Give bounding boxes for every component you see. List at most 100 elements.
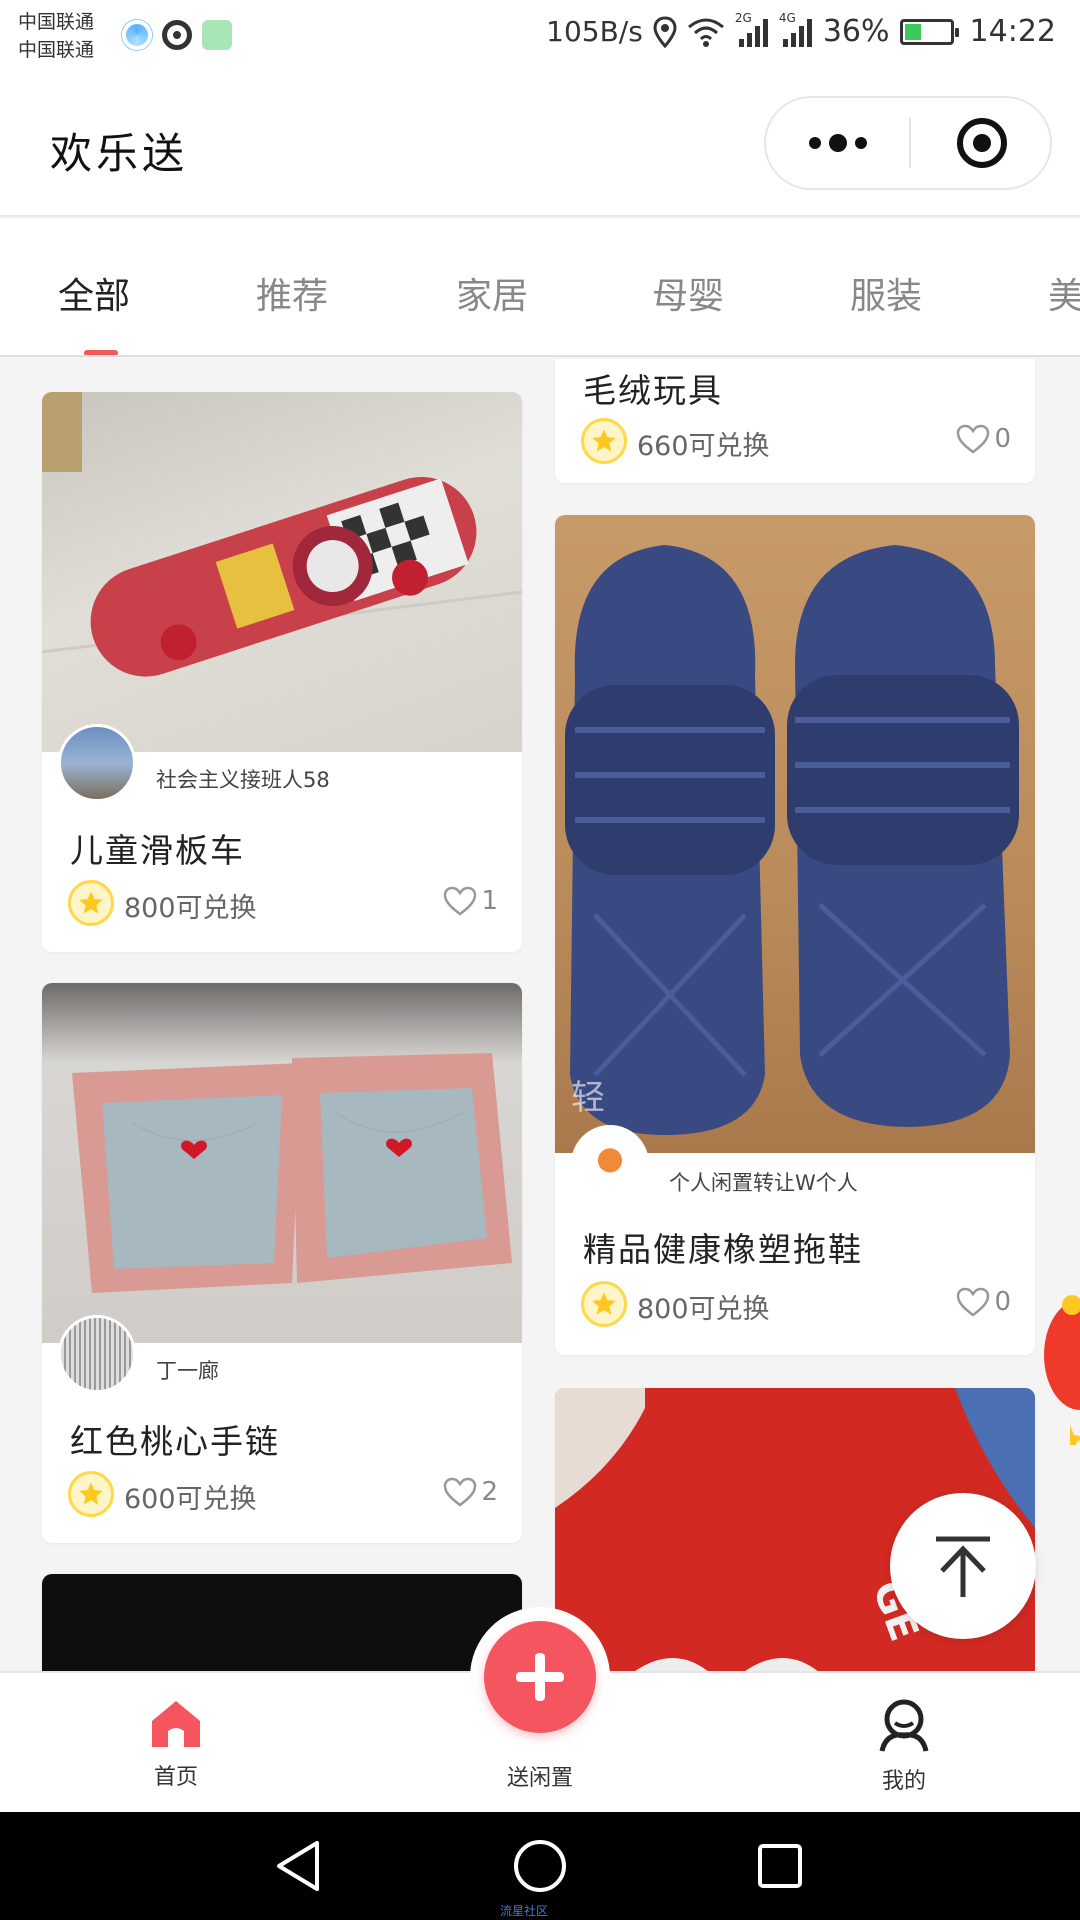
status-bar: 中国联通 中国联通 105B/s 2G 4G 36% 14:22 [0, 0, 1080, 72]
username: 社会主义接班人58 [156, 768, 330, 792]
price-label: 600可兑换 [124, 1484, 257, 1515]
tab-indicator [84, 350, 118, 355]
avatar[interactable] [58, 1315, 136, 1393]
product-image[interactable] [42, 1574, 522, 1671]
price-label: 800可兑换 [124, 893, 257, 924]
skateboard-image [42, 392, 522, 677]
product-feed: 社会主义接班人58 儿童滑板车 800可兑换 1 丁一廊 红色桃心手链 600可… [0, 359, 1080, 1671]
signal-4g-icon: 4G [779, 11, 813, 47]
tab-home[interactable]: 家居 [456, 267, 528, 319]
home-circle-icon[interactable] [508, 1834, 572, 1898]
tab-baby[interactable]: 母婴 [652, 267, 724, 319]
like-button[interactable]: 0 [956, 424, 1011, 454]
heart-icon [957, 424, 990, 454]
nav-post-label: 送闲置 [506, 1766, 573, 1791]
more-dots-icon[interactable] [766, 98, 910, 188]
product-image[interactable] [42, 392, 522, 752]
username: 个人闲置转让W个人 [669, 1171, 858, 1195]
tab-all[interactable]: 全部 [58, 267, 130, 319]
floating-red-pack-icon[interactable] [1040, 1285, 1080, 1453]
home-icon [152, 1701, 200, 1747]
nav-mine[interactable]: 我的 [824, 1697, 984, 1795]
plus-icon [516, 1653, 564, 1701]
net-speed: 105B/s [546, 15, 643, 48]
nav-mine-label: 我的 [881, 1769, 926, 1794]
product-title: 精品健康橡塑拖鞋 [583, 1230, 863, 1269]
price-label: 660可兑换 [637, 431, 770, 462]
slippers-image [565, 545, 1019, 1135]
post-button-wrap [470, 1607, 610, 1747]
star-icon [581, 1281, 627, 1327]
signal-4g-label: 4G [778, 10, 796, 25]
notify-app-2-icon [162, 20, 192, 50]
product-card[interactable] [42, 1574, 522, 1671]
tab-beauty[interactable]: 美 [1048, 267, 1080, 319]
product-card[interactable]: 社会主义接班人58 儿童滑板车 800可兑换 1 [42, 392, 522, 952]
image-watermark: 轻 [571, 1078, 605, 1118]
star-icon [68, 880, 114, 926]
product-card[interactable]: 轻 个人闲置转让W个人 精品健康橡塑拖鞋 800可兑换 0 [555, 515, 1035, 1355]
price-row: 660可兑换 0 [581, 418, 1011, 466]
wifi-icon [687, 17, 725, 47]
location-icon [653, 15, 677, 48]
signal-2g-label: 2G [734, 10, 752, 25]
card-user-row: 丁一廊 [42, 1315, 522, 1403]
category-tabs: 全部 推荐 家居 母婴 服装 美 [0, 219, 1080, 357]
screen: 中国联通 中国联通 105B/s 2G 4G 36% 14:22 欢乐送 全部 … [0, 0, 1080, 1920]
price-row: 600可兑换 2 [68, 1471, 498, 1519]
avatar[interactable] [571, 1125, 649, 1203]
like-button[interactable]: 0 [956, 1287, 1011, 1317]
notification-icons [122, 20, 232, 50]
product-image[interactable]: 轻 [555, 515, 1035, 1153]
heart-icon [444, 886, 477, 916]
card-user-row: 社会主义接班人58 [42, 724, 522, 812]
necklace-image [72, 1053, 512, 1293]
user-icon [879, 1699, 929, 1752]
like-count: 0 [994, 1287, 1011, 1317]
watermark-text: 流星社区 [500, 1904, 549, 1918]
mini-program-header: 欢乐送 [0, 72, 1080, 217]
carrier-info: 中国联通 中国联通 [18, 8, 94, 64]
product-image[interactable] [42, 983, 522, 1343]
signal-2g-icon: 2G [735, 11, 769, 47]
notify-app-1-icon [122, 20, 152, 50]
battery-fill [904, 23, 921, 40]
heart-icon [444, 1477, 477, 1507]
star-icon [581, 418, 627, 464]
recents-icon[interactable] [748, 1834, 812, 1898]
carrier-2: 中国联通 [18, 39, 95, 61]
price-row: 800可兑换 1 [68, 880, 498, 928]
heart-icon [957, 1287, 990, 1317]
carrier-1: 中国联通 [18, 11, 95, 33]
like-button[interactable]: 1 [443, 886, 498, 916]
like-count: 1 [481, 886, 498, 916]
card-user-row: 个人闲置转让W个人 [555, 1125, 1035, 1213]
arrow-up-icon [936, 1536, 990, 1597]
target-close-icon[interactable] [910, 98, 1054, 188]
like-button[interactable]: 2 [443, 1477, 498, 1507]
like-count: 0 [994, 424, 1011, 454]
capsule-menu [764, 96, 1052, 190]
price-row: 800可兑换 0 [581, 1281, 1011, 1329]
nav-home-label: 首页 [153, 1765, 198, 1790]
like-count: 2 [481, 1477, 498, 1507]
avatar[interactable] [58, 724, 136, 802]
clock: 14:22 [969, 14, 1056, 49]
username: 丁一廊 [156, 1359, 219, 1383]
battery-percent: 36% [822, 14, 890, 49]
tab-recommend[interactable]: 推荐 [256, 267, 328, 319]
status-right: 105B/s 2G 4G 36% 14:22 [546, 11, 1056, 50]
product-title: 儿童滑板车 [70, 831, 245, 870]
product-title: 毛绒玩具 [583, 371, 723, 410]
post-button[interactable] [484, 1621, 596, 1733]
product-card[interactable]: 毛绒玩具 660可兑换 0 [555, 359, 1035, 483]
tab-clothing[interactable]: 服装 [850, 267, 922, 319]
notify-app-3-icon [202, 20, 232, 50]
back-icon[interactable] [268, 1834, 332, 1898]
product-card[interactable]: 丁一廊 红色桃心手链 600可兑换 2 [42, 983, 522, 1543]
product-title: 红色桃心手链 [70, 1422, 280, 1461]
page-title: 欢乐送 [50, 129, 189, 178]
back-to-top-button[interactable] [890, 1493, 1036, 1639]
battery-icon [899, 18, 959, 45]
nav-home[interactable]: 首页 [96, 1697, 256, 1791]
